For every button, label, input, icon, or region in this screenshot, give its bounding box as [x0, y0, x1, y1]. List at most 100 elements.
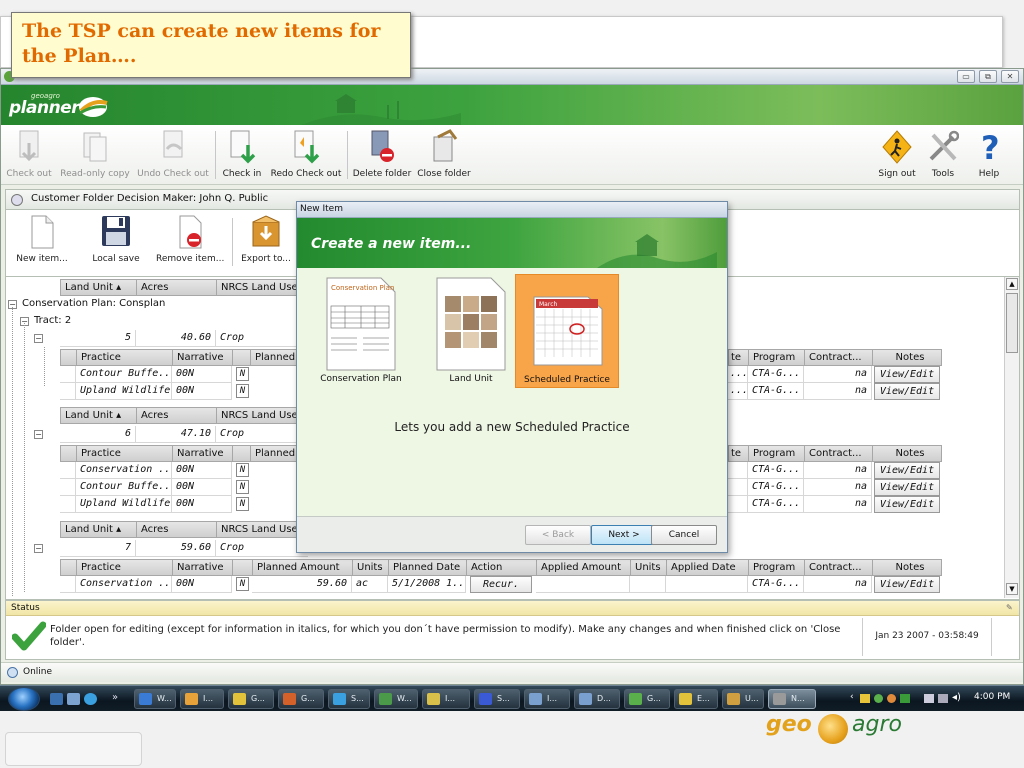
tray-user-icon[interactable] [874, 694, 883, 703]
tools-button[interactable]: Tools [923, 127, 963, 183]
taskbar-item[interactable]: I... [524, 689, 570, 709]
taskbar-item[interactable]: S... [328, 689, 370, 709]
tray-mail-icon[interactable] [860, 694, 870, 703]
scroll-up-icon[interactable]: ▲ [1006, 278, 1018, 290]
close-folder-icon [433, 129, 458, 162]
local-save-button[interactable]: Local save [88, 212, 144, 268]
help-button[interactable]: ? Help [969, 127, 1009, 183]
taskbar-item[interactable]: E... [674, 689, 718, 709]
taskbar-item[interactable]: U... [722, 689, 764, 709]
close-folder-button[interactable]: Close folder [415, 127, 473, 183]
scroll-thumb[interactable] [1006, 293, 1018, 353]
start-button[interactable] [8, 687, 40, 711]
floppy-disk-icon [102, 216, 130, 246]
land-unit-row[interactable]: − 7 59.60 Crop [32, 540, 308, 557]
taskbar-item[interactable]: N... [768, 689, 816, 709]
read-only-copy-button[interactable]: Read-only copy [59, 127, 131, 183]
taskbar-item[interactable]: G... [624, 689, 670, 709]
land-unit-number[interactable]: 5 [60, 330, 136, 347]
conservation-plan-document-icon: Conservation Plan [326, 277, 396, 371]
pin-icon[interactable]: ✎ [1006, 603, 1013, 612]
grid-vertical-scrollbar[interactable]: ▲ ▼ [1004, 277, 1019, 598]
view-edit-button[interactable]: View/Edit [874, 496, 940, 513]
tray-display-icon[interactable] [938, 694, 948, 703]
land-unit-row[interactable]: − 5 40.60 Crop [32, 330, 308, 347]
new-item-button[interactable]: New item... [14, 212, 70, 268]
delete-folder-button[interactable]: Delete folder [351, 127, 413, 183]
taskbar-item[interactable]: W... [134, 689, 176, 709]
practice-row[interactable]: Conservation ... 00N N 59.60 ac 5/1/2008… [60, 576, 942, 593]
item-scheduled-practice[interactable]: March Scheduled Practice [515, 274, 619, 388]
practice-row-right[interactable]: ... CTA-G... na View/Edit [728, 383, 942, 400]
column-header-practice[interactable]: Practice [77, 350, 173, 366]
svg-text:March: March [539, 301, 557, 308]
practice-row-right[interactable]: CTA-G... na View/Edit [728, 462, 942, 479]
cancel-button[interactable]: Cancel [651, 525, 717, 545]
quick-launch-overflow-icon[interactable]: » [112, 692, 118, 703]
view-edit-button[interactable]: View/Edit [874, 462, 940, 479]
item-conservation-plan[interactable]: Conservation Plan Conservation Plan [309, 274, 413, 388]
close-window-button[interactable]: ✕ [1001, 70, 1019, 83]
undo-check-out-button[interactable]: Undo Check out [135, 127, 211, 183]
practice-row[interactable]: Contour Buffe... 00N N [60, 366, 300, 383]
collapse-folder-icon[interactable] [11, 194, 23, 206]
tray-expand-icon[interactable]: ‹ [850, 692, 854, 702]
export-to-button[interactable]: Export to... [238, 212, 294, 268]
practice-row[interactable]: Upland Wildlife... 00N N [60, 383, 300, 400]
practice-header: Practice Narrative Planned Amount [60, 349, 301, 366]
collapse-land-unit-icon[interactable]: − [34, 430, 43, 439]
scroll-down-icon[interactable]: ▼ [1006, 583, 1018, 595]
column-header-land-unit[interactable]: Land Unit ▴ [61, 280, 137, 296]
practice-row-right[interactable]: CTA-G... na View/Edit [728, 496, 942, 513]
view-edit-button[interactable]: View/Edit [874, 479, 940, 496]
taskbar-item[interactable]: I... [422, 689, 470, 709]
action-button[interactable]: Recur. [470, 576, 532, 593]
plan-row[interactable]: − Conservation Plan: Consplan [8, 296, 308, 313]
view-edit-button[interactable]: View/Edit [874, 383, 940, 400]
column-header-planned-amount[interactable]: Planned Amount [251, 350, 301, 366]
land-unit-acres[interactable]: 40.60 [136, 330, 216, 347]
column-header-narrative[interactable]: Narrative [173, 350, 233, 366]
practice-row-right[interactable]: CTA-G... na View/Edit [728, 479, 942, 496]
column-header-land-use[interactable]: NRCS Land Use [217, 280, 307, 296]
restore-button[interactable]: ⧉ [979, 70, 997, 83]
volume-icon[interactable]: ◂) [952, 692, 961, 703]
back-button[interactable]: < Back [525, 525, 591, 545]
sign-out-icon [882, 130, 912, 164]
check-in-button[interactable]: Check in [219, 127, 265, 183]
sign-out-button[interactable]: Sign out [873, 127, 921, 183]
practice-row[interactable]: Upland Wildlife... 00N N [60, 496, 300, 513]
check-out-button[interactable]: Check out [5, 127, 53, 183]
taskbar-item[interactable]: I... [180, 689, 224, 709]
remove-item-button[interactable]: Remove item... [156, 212, 224, 268]
tray-network-icon[interactable] [924, 694, 934, 703]
minimize-button[interactable]: ▭ [957, 70, 975, 83]
taskbar-item[interactable]: D... [574, 689, 620, 709]
practice-row-right[interactable]: ... CTA-G... na View/Edit [728, 366, 942, 383]
read-only-copy-icon [83, 132, 107, 162]
item-land-unit[interactable]: Land Unit [419, 274, 523, 388]
taskbar-clock[interactable]: 4:00 PM [974, 692, 1010, 702]
next-button[interactable]: Next > [591, 525, 657, 545]
land-unit-row[interactable]: − 6 47.10 Crop [32, 426, 308, 443]
tract-row[interactable]: − Tract: 2 [20, 313, 220, 330]
tray-app-icon[interactable] [900, 694, 910, 703]
taskbar-item[interactable]: S... [474, 689, 520, 709]
land-unit-header: Land Unit ▴ Acres NRCS Land Use [60, 521, 306, 538]
collapse-land-unit-icon[interactable]: − [34, 544, 43, 553]
taskbar-item[interactable]: G... [228, 689, 274, 709]
land-unit-use[interactable]: Crop [216, 330, 308, 347]
view-edit-button[interactable]: View/Edit [874, 576, 940, 593]
taskbar-item[interactable]: G... [278, 689, 324, 709]
collapse-land-unit-icon[interactable]: − [34, 334, 43, 343]
practice-row[interactable]: Conservation ... 00N N [60, 462, 300, 479]
internet-explorer-icon[interactable] [84, 693, 97, 705]
tray-update-icon[interactable] [887, 694, 896, 703]
switch-windows-icon[interactable] [67, 693, 80, 705]
taskbar-item[interactable]: W... [374, 689, 418, 709]
practice-row[interactable]: Contour Buffe... 00N N [60, 479, 300, 496]
show-desktop-icon[interactable] [50, 693, 63, 705]
view-edit-button[interactable]: View/Edit [874, 366, 940, 383]
redo-check-out-button[interactable]: Redo Check out [269, 127, 343, 183]
column-header-acres[interactable]: Acres [137, 280, 217, 296]
